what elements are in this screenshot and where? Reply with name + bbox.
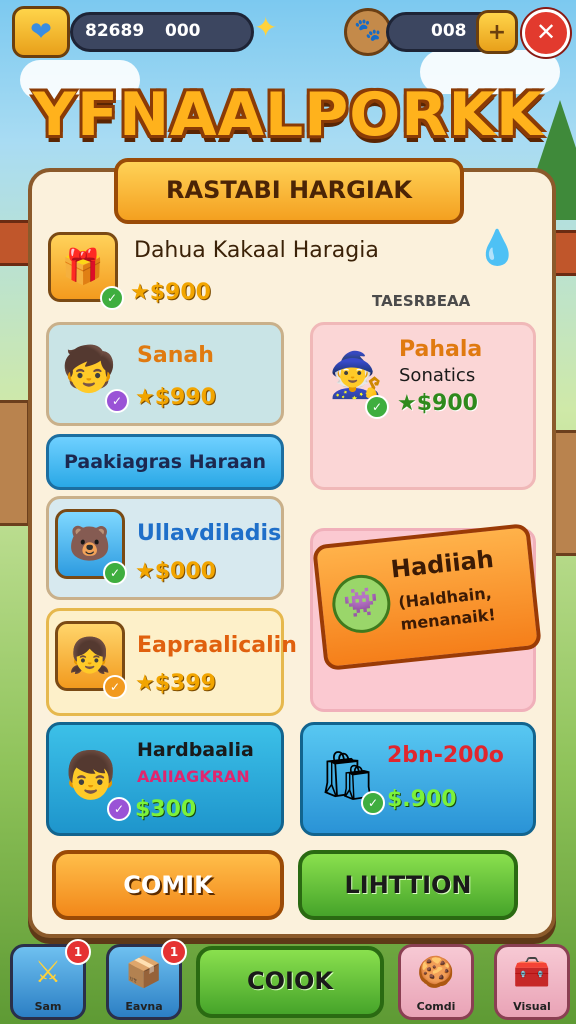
item-price: ★$990 bbox=[135, 385, 216, 410]
featured-name: Dahua Kakaal Haragia bbox=[134, 238, 379, 263]
profile-button[interactable]: ❤ bbox=[12, 6, 70, 58]
comik-button[interactable]: COMIK bbox=[52, 850, 284, 920]
notification-badge: 1 bbox=[161, 939, 187, 965]
treasure-box-icon: 📦 bbox=[125, 955, 163, 990]
coin-counter: 82689 000 bbox=[70, 12, 254, 52]
check-badge-icon: ✓ bbox=[107, 797, 131, 821]
comik-button-label: COMIK bbox=[123, 871, 213, 899]
lihttion-button[interactable]: LIHTTION bbox=[298, 850, 518, 920]
cookie-icon: 🍪 bbox=[417, 955, 455, 990]
item-name: Hardbaalia bbox=[137, 739, 254, 761]
item-price: $.900 bbox=[387, 787, 457, 812]
item-name: Sanah bbox=[137, 343, 214, 368]
coiok-button-label: COIOK bbox=[247, 967, 333, 995]
shop-item-card[interactable]: 👦 ✓ Hardbaalia AAIIAGKRAN $300 bbox=[46, 722, 284, 836]
coin-count: 82689 bbox=[85, 21, 145, 41]
check-badge-icon: ✓ bbox=[103, 675, 127, 699]
nav-comdi-button[interactable]: 🍪 Comdi bbox=[398, 944, 474, 1020]
item-subtitle: Sonatics bbox=[399, 365, 476, 386]
nav-visual-label: Visual bbox=[513, 1000, 551, 1013]
house-decoration bbox=[0, 400, 30, 526]
item-price: ★$000 bbox=[135, 559, 216, 584]
sword-icon: ⚔ bbox=[34, 955, 62, 990]
featured-price: ★$900 bbox=[130, 280, 211, 305]
close-button[interactable]: ✕ bbox=[522, 9, 570, 57]
check-badge-icon: ✓ bbox=[365, 395, 389, 419]
shop-item-card[interactable]: 🧙 ✓ Pahala Sonatics ★$900 bbox=[310, 322, 536, 490]
shop-banner: RASTABI HARGIAK bbox=[114, 158, 464, 224]
sparkle-icon: ✦ bbox=[254, 11, 278, 44]
nav-eavna-label: Eavna bbox=[125, 1000, 163, 1013]
nav-visual-button[interactable]: 🧰 Visual bbox=[494, 944, 570, 1020]
side-label: TAESRBEAA bbox=[372, 292, 471, 310]
item-name: Eapraalicalin bbox=[137, 633, 297, 658]
game-title: YFNAALPORKK bbox=[32, 80, 544, 150]
item-price: ★$399 bbox=[135, 671, 216, 696]
close-icon: ✕ bbox=[535, 18, 557, 46]
check-badge-icon: ✓ bbox=[105, 389, 129, 413]
monster-icon: 👾 bbox=[329, 572, 394, 636]
section-header-label: Paakiagras Haraan bbox=[63, 451, 266, 473]
item-price: $300 bbox=[135, 797, 197, 822]
check-badge-icon: ✓ bbox=[100, 286, 124, 310]
notification-badge: 1 bbox=[65, 939, 91, 965]
energy-count: 008 bbox=[431, 21, 467, 41]
nav-sam-label: Sam bbox=[34, 1000, 62, 1013]
pet-avatar-icon[interactable]: 🐾 bbox=[344, 8, 392, 56]
nav-eavna-button[interactable]: 📦 Eavna 1 bbox=[106, 939, 187, 1020]
item-name: Ullavdiladis bbox=[137, 521, 282, 546]
plus-icon: + bbox=[487, 19, 507, 45]
shop-item-card[interactable]: 🛍 ✓ 2bn-200o $.900 bbox=[300, 722, 536, 836]
nav-sam-button[interactable]: ⚔ Sam 1 bbox=[10, 939, 91, 1020]
shop-item-card[interactable]: 🧒 ✓ Sanah ★$990 bbox=[46, 322, 284, 426]
shop-item-card[interactable]: 🐻 ✓ Ullavdiladis ★$000 bbox=[46, 496, 284, 600]
item-subtitle: AAIIAGKRAN bbox=[137, 767, 250, 786]
shop-item-card[interactable]: 👧 ✓ Eapraalicalin ★$399 bbox=[46, 608, 297, 716]
item-name: Pahala bbox=[399, 337, 483, 362]
check-badge-icon: ✓ bbox=[103, 561, 127, 585]
add-energy-button[interactable]: + bbox=[476, 10, 518, 54]
check-badge-icon: ✓ bbox=[361, 791, 385, 815]
item-price: ★$900 bbox=[397, 391, 478, 416]
promo-sign[interactable]: 👾 Hadiiah (Haldhain, menanaik! bbox=[312, 522, 542, 672]
section-header: Paakiagras Haraan bbox=[46, 434, 284, 490]
heart-gem-icon: ❤ bbox=[30, 17, 52, 47]
coiok-button[interactable]: COIOK bbox=[196, 946, 384, 1018]
lihttion-button-label: LIHTTION bbox=[344, 871, 472, 899]
promo-title: Hadiiah bbox=[389, 544, 496, 584]
coin-extra: 000 bbox=[165, 21, 201, 41]
item-name: 2bn-200o bbox=[387, 743, 504, 768]
crate-icon: 🧰 bbox=[513, 955, 551, 990]
nav-comdi-label: Comdi bbox=[416, 1000, 456, 1013]
water-drop-icon: 💧 bbox=[476, 228, 519, 268]
